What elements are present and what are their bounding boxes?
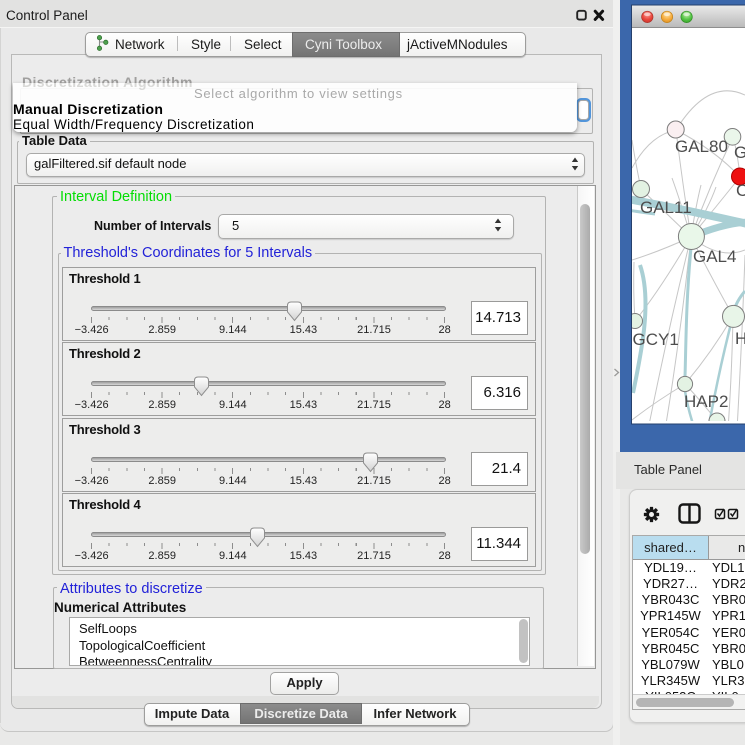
svg-text:GAL80: GAL80 <box>675 137 728 156</box>
svg-text:GAL11: GAL11 <box>640 198 692 217</box>
svg-text:C: C <box>736 181 745 200</box>
svg-text:G: G <box>734 143 745 162</box>
svg-text:GCY1: GCY1 <box>633 330 679 349</box>
svg-text:HAP2: HAP2 <box>684 392 728 411</box>
svg-text:GAL4: GAL4 <box>693 247 736 266</box>
svg-text:H: H <box>735 329 745 348</box>
